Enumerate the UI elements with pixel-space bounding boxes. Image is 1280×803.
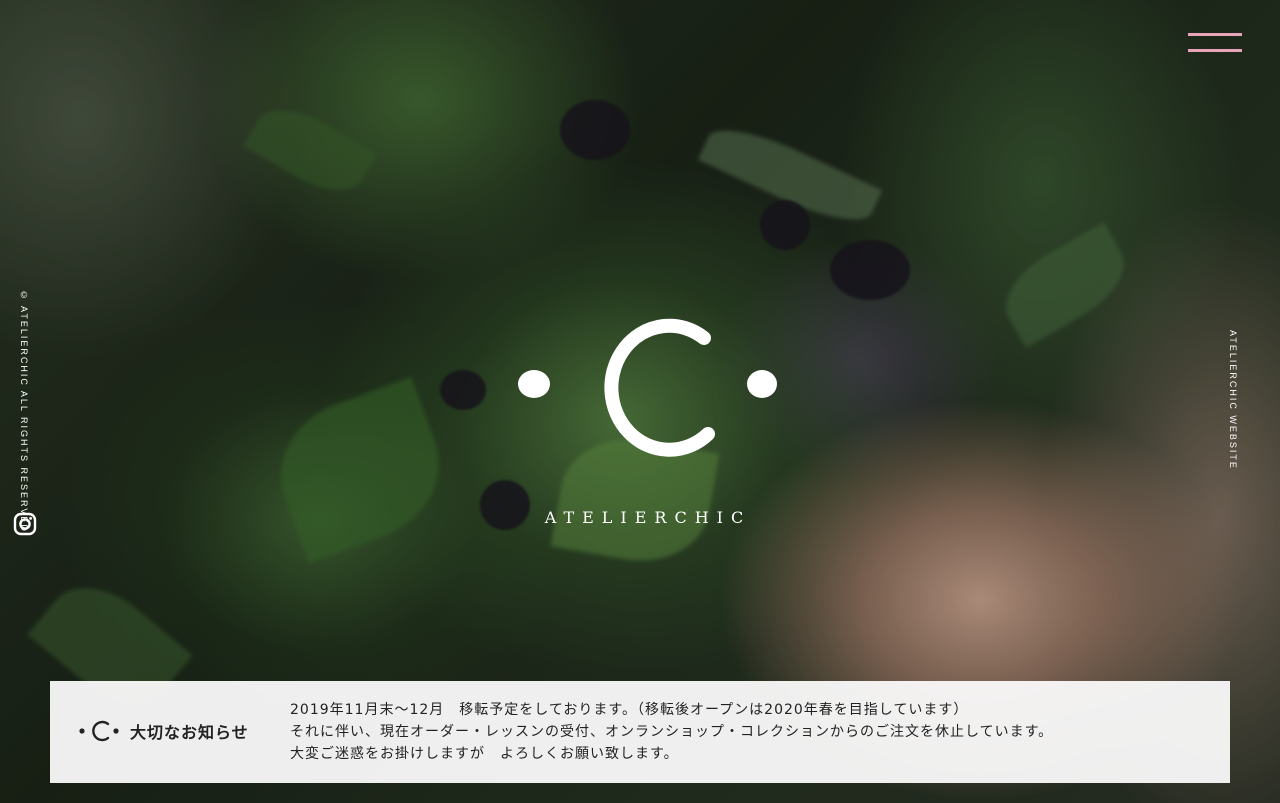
notice-body: 2019年11月末〜12月 移転予定をしております。（移転後オープンは2020年… — [290, 699, 1210, 765]
notice-line: それに伴い、現在オーダー・レッスンの受付、オンランショップ・コレクションからのご… — [290, 724, 1054, 740]
hamburger-menu-icon — [1188, 33, 1242, 36]
notice-line: 2019年11月末〜12月 移転予定をしております。（移転後オープンは2020年… — [290, 702, 969, 718]
notice-title: 大切なお知らせ — [130, 723, 249, 742]
hero-section: ATELIERCHIC © ATELIERCHIC ALL RIGHTS RES… — [0, 0, 1280, 803]
instagram-link[interactable] — [13, 512, 37, 536]
brand-mark-icon — [79, 720, 119, 742]
notice-line: 大変ご迷惑をお掛けしますが よろしくお願い致します。 — [290, 746, 679, 762]
site-label: ATELIERCHIC WEBSITE — [1228, 330, 1238, 470]
brand-logo-icon — [512, 318, 784, 538]
hamburger-menu-button[interactable] — [1188, 32, 1244, 56]
notice-header: 大切なお知らせ — [78, 719, 249, 743]
brand-name: ATELIERCHIC — [544, 508, 752, 527]
instagram-icon — [13, 512, 37, 536]
notice-box: 大切なお知らせ 2019年11月末〜12月 移転予定をしております。（移転後オー… — [50, 681, 1230, 783]
copyright-text: © ATELIERCHIC ALL RIGHTS RESERVED — [19, 290, 29, 533]
